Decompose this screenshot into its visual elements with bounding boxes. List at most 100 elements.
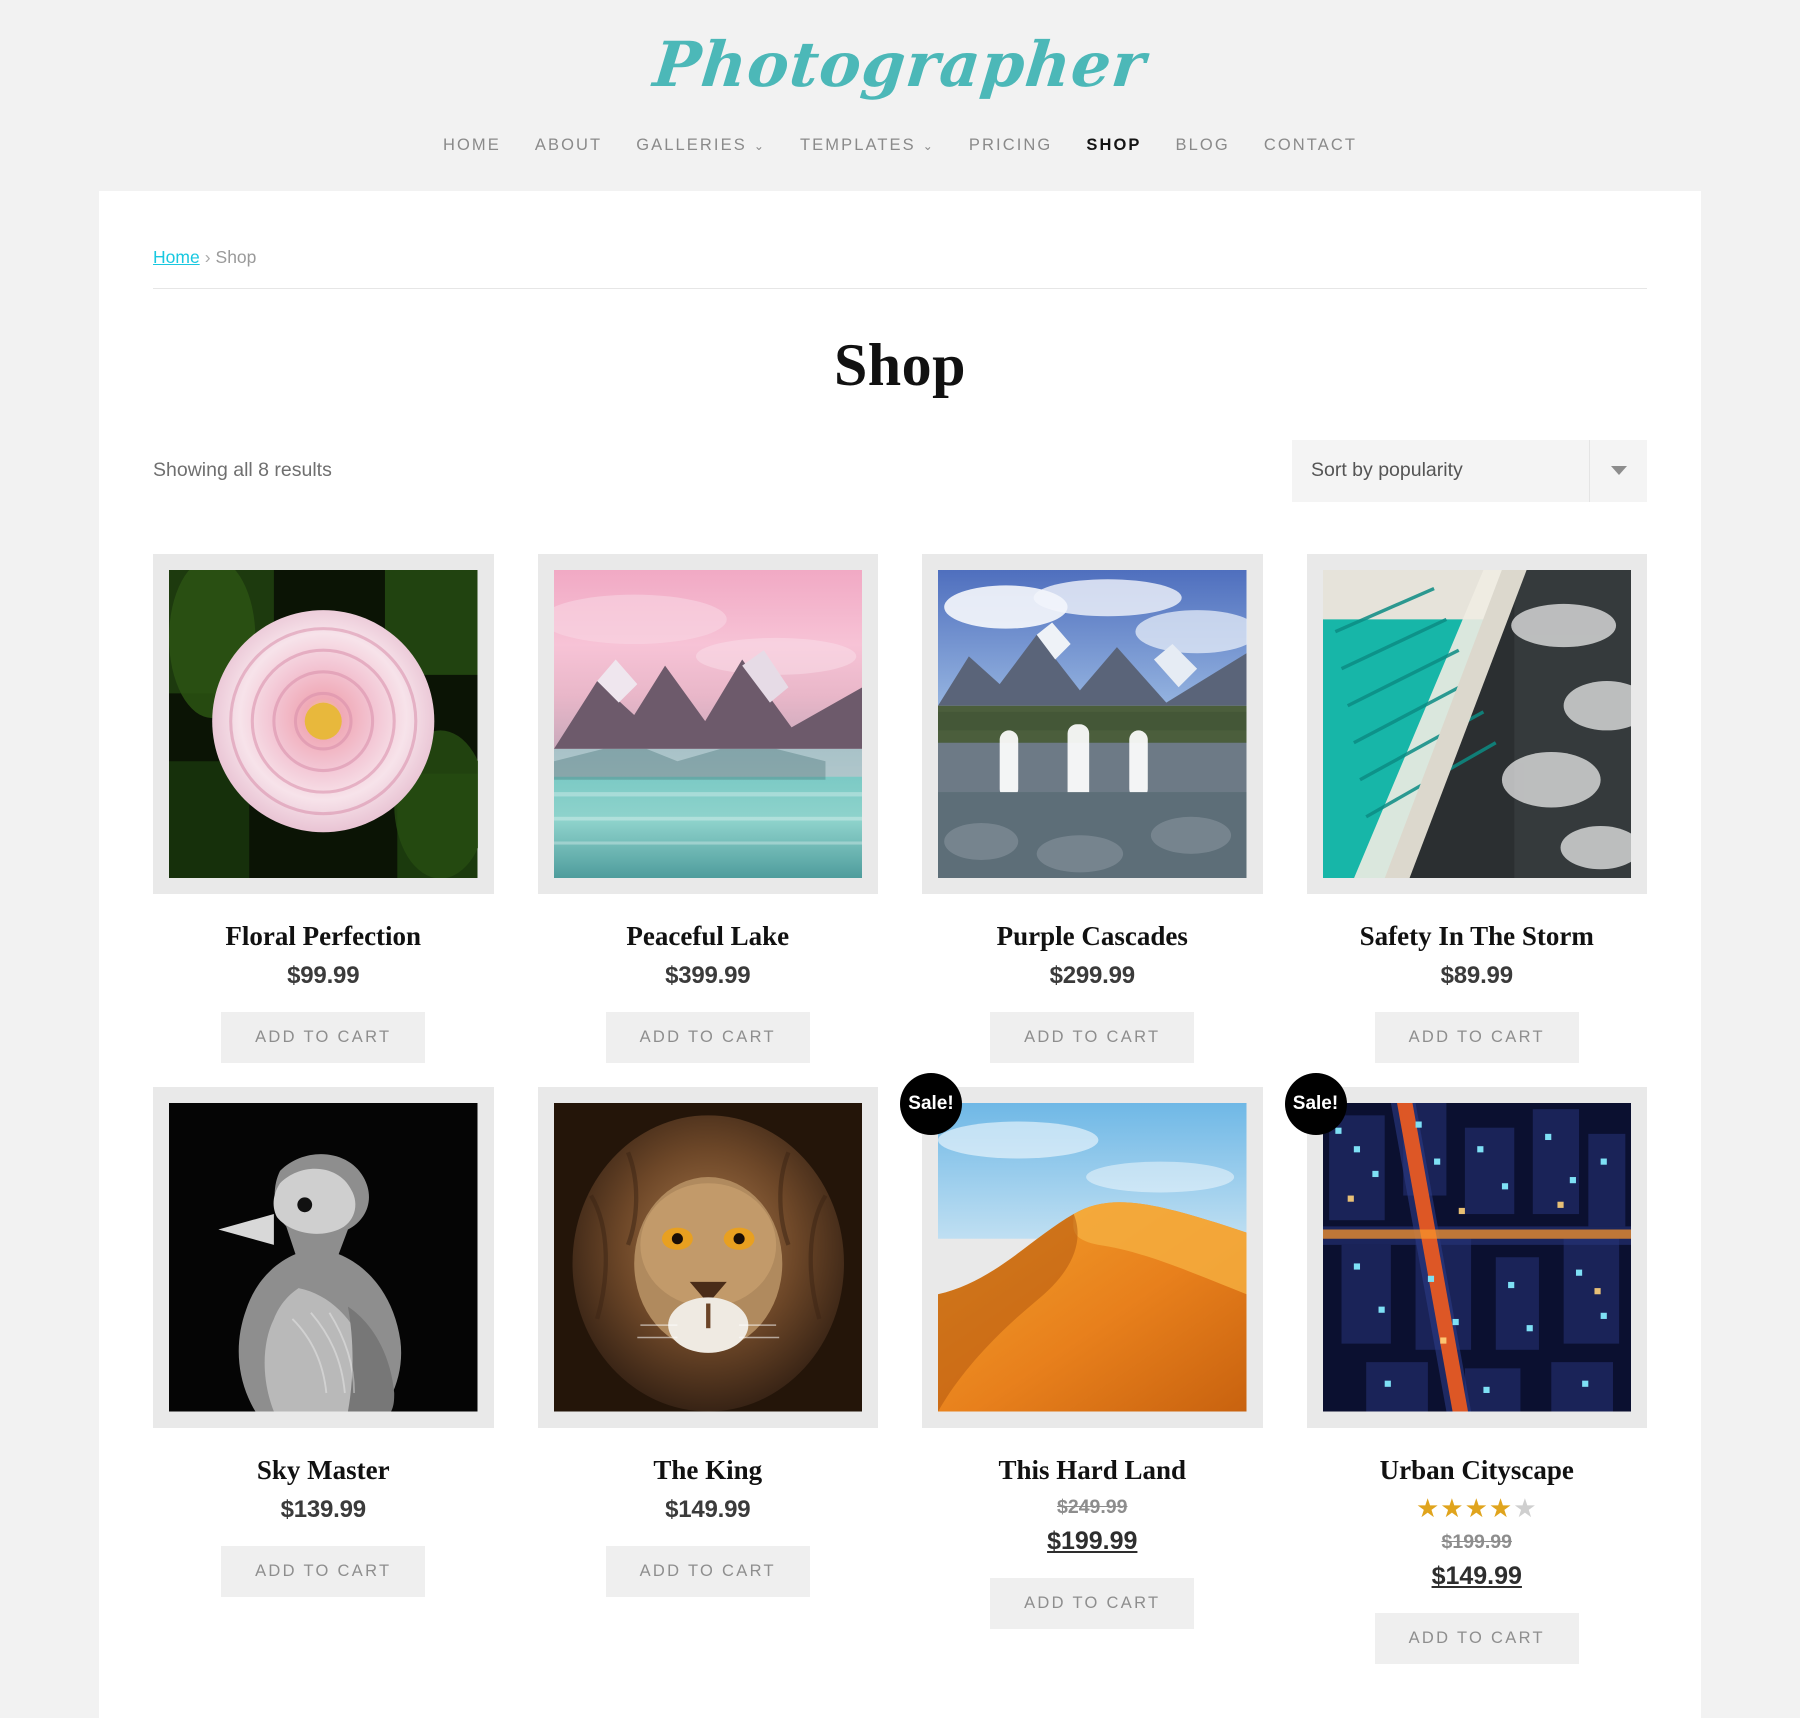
nav-item-label: BLOG	[1176, 136, 1230, 155]
price: $89.99	[1441, 962, 1513, 989]
star-filled-icon: ★	[1465, 1493, 1489, 1523]
sort-dropdown-value: Sort by popularity	[1292, 440, 1589, 502]
product-card: Sale!	[1307, 1087, 1648, 1678]
product-card: Safety In The Storm $89.99 ADD TO CART	[1307, 554, 1648, 1078]
star-filled-icon: ★	[1416, 1493, 1440, 1523]
product-title[interactable]: Peaceful Lake	[626, 920, 789, 952]
price-block: $199.99 $149.99	[1432, 1531, 1522, 1591]
nav-item-galleries[interactable]: GALLERIES ⌄	[619, 130, 783, 161]
star-filled-icon: ★	[1440, 1493, 1464, 1523]
product-thumbnail-frame[interactable]	[538, 554, 879, 895]
nav-item-label: CONTACT	[1264, 136, 1357, 155]
orange-sand-dune-photo[interactable]	[938, 1103, 1247, 1412]
price-sale: $149.99	[1432, 1562, 1522, 1591]
nav-item-label: TEMPLATES	[800, 136, 916, 155]
product-thumbnail-frame[interactable]: Sale!	[922, 1087, 1263, 1428]
price: $99.99	[287, 962, 359, 989]
product-card: Purple Cascades $299.99 ADD TO CART	[922, 554, 1263, 1078]
product-grid: Floral Perfection $99.99 ADD TO CART Peace…	[153, 554, 1647, 1679]
chevron-down-icon[interactable]	[1589, 440, 1647, 502]
nav-item-label: PRICING	[969, 136, 1052, 155]
nav-item-pricing[interactable]: PRICING	[952, 130, 1069, 161]
product-title[interactable]: Floral Perfection	[225, 920, 421, 952]
product-card: Sky Master $139.99 ADD TO CART	[153, 1087, 494, 1678]
nav-item-about[interactable]: ABOUT	[518, 130, 619, 161]
site-header: Photographer HOMEABOUTGALLERIES⌄TEMPLATE…	[0, 0, 1800, 191]
price-block: $299.99	[1050, 962, 1135, 990]
nav-item-label: HOME	[443, 136, 501, 155]
product-thumbnail-frame[interactable]	[1307, 554, 1648, 895]
price-block: $89.99	[1441, 962, 1513, 990]
price: $149.99	[665, 1496, 750, 1523]
result-bar: Showing all 8 results Sort by popularity	[153, 440, 1647, 502]
star-rating: ★★★★★	[1416, 1495, 1538, 1521]
price-sale: $199.99	[1047, 1527, 1137, 1556]
pink-dahlia-flower-photo[interactable]	[169, 570, 478, 879]
sort-dropdown[interactable]: Sort by popularity	[1292, 440, 1647, 502]
nav-item-contact[interactable]: CONTACT	[1247, 130, 1374, 161]
sale-badge: Sale!	[900, 1073, 962, 1135]
product-title[interactable]: Urban Cityscape	[1380, 1454, 1574, 1486]
price-block: $99.99	[287, 962, 359, 990]
add-to-cart-button[interactable]: ADD TO CART	[990, 1012, 1194, 1063]
product-card: Sale! This Hard Land $249.99 $199.99 ADD TO…	[922, 1087, 1263, 1678]
chevron-down-icon: ⌄	[923, 140, 935, 152]
star-filled-icon: ★	[1489, 1493, 1513, 1523]
product-thumbnail-frame[interactable]	[153, 1087, 494, 1428]
breadcrumb-link-home[interactable]: Home	[153, 247, 200, 268]
price: $139.99	[281, 1496, 366, 1523]
page-shell: Home › Shop Shop Showing all 8 results S…	[99, 191, 1701, 1718]
star-empty-icon: ★	[1513, 1493, 1537, 1523]
price: $399.99	[665, 962, 750, 989]
nav-item-templates[interactable]: TEMPLATES ⌄	[783, 130, 952, 161]
product-card: Peaceful Lake $399.99 ADD TO CART	[538, 554, 879, 1078]
content-inner: Home › Shop Shop Showing all 8 results S…	[153, 191, 1647, 1679]
product-card: Floral Perfection $99.99 ADD TO CART	[153, 554, 494, 1078]
add-to-cart-button[interactable]: ADD TO CART	[990, 1578, 1194, 1629]
add-to-cart-button[interactable]: ADD TO CART	[1375, 1012, 1579, 1063]
price-block: $139.99	[281, 1496, 366, 1524]
breadcrumb-separator: ›	[205, 247, 211, 268]
nav-item-blog[interactable]: BLOG	[1159, 130, 1247, 161]
add-to-cart-button[interactable]: ADD TO CART	[606, 1012, 810, 1063]
product-title[interactable]: Purple Cascades	[997, 920, 1188, 952]
nav-item-home[interactable]: HOME	[426, 130, 518, 161]
nav-item-label: ABOUT	[535, 136, 602, 155]
product-card: The King $149.99 ADD TO CART	[538, 1087, 879, 1678]
add-to-cart-button[interactable]: ADD TO CART	[221, 1012, 425, 1063]
add-to-cart-button[interactable]: ADD TO CART	[606, 1546, 810, 1597]
product-title[interactable]: This Hard Land	[998, 1454, 1186, 1486]
product-thumbnail-frame[interactable]	[922, 554, 1263, 895]
add-to-cart-button[interactable]: ADD TO CART	[221, 1546, 425, 1597]
main-navigation: HOME ABOUT GALLERIES ⌄ TEMPLATES ⌄ PRICING SHOP…	[0, 130, 1800, 191]
product-thumbnail-frame[interactable]: Sale!	[1307, 1087, 1648, 1428]
product-title[interactable]: The King	[653, 1454, 762, 1486]
product-title[interactable]: Safety In The Storm	[1360, 920, 1594, 952]
black-and-white-eagle-photo[interactable]	[169, 1103, 478, 1412]
page-title: Shop	[153, 331, 1647, 400]
price-block: $149.99	[665, 1496, 750, 1524]
nav-item-label: GALLERIES	[636, 136, 747, 155]
price: $299.99	[1050, 962, 1135, 989]
result-count: Showing all 8 results	[153, 459, 332, 482]
aerial-ocean-pool-photo[interactable]	[1323, 570, 1632, 879]
price-original: $199.99	[1432, 1531, 1522, 1554]
product-thumbnail-frame[interactable]	[153, 554, 494, 895]
nav-item-shop[interactable]: SHOP	[1069, 130, 1158, 161]
sale-badge: Sale!	[1285, 1073, 1347, 1135]
brand-logo[interactable]: Photographer	[650, 26, 1150, 104]
mountain-waterfall-photo[interactable]	[938, 570, 1247, 879]
nav-item-label: SHOP	[1086, 136, 1141, 155]
add-to-cart-button[interactable]: ADD TO CART	[1375, 1613, 1579, 1664]
night-city-aerial-photo[interactable]	[1323, 1103, 1632, 1412]
product-title[interactable]: Sky Master	[257, 1454, 390, 1486]
breadcrumb-current-shop: Shop	[216, 247, 257, 268]
breadcrumb: Home › Shop	[153, 247, 1647, 289]
pink-sky-mountain-lake-photo[interactable]	[554, 570, 863, 879]
product-thumbnail-frame[interactable]	[538, 1087, 879, 1428]
price-original: $249.99	[1047, 1496, 1137, 1519]
chevron-down-icon: ⌄	[754, 140, 766, 152]
lion-portrait-photo[interactable]	[554, 1103, 863, 1412]
price-block: $399.99	[665, 962, 750, 990]
price-block: $249.99 $199.99	[1047, 1496, 1137, 1556]
